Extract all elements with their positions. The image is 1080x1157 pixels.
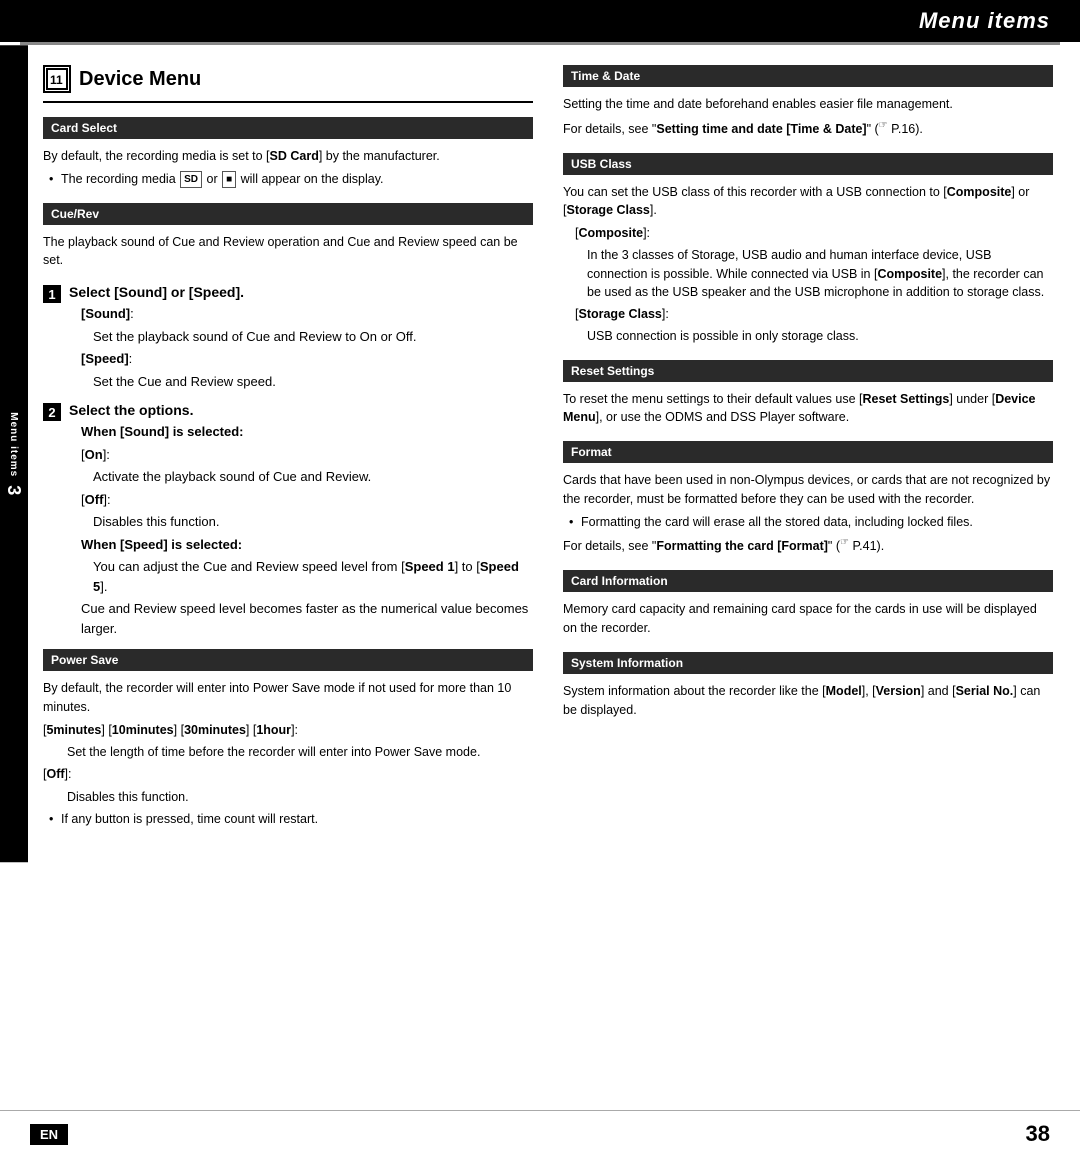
format-text2: For details, see "Formatting the card [F… <box>563 535 1053 556</box>
page-wrapper: Menu items 3 Menu items 11 De <box>0 0 1080 1157</box>
system-information-header: System Information <box>563 652 1053 674</box>
step1-content: Select [Sound] or [Speed]. [Sound]: Set … <box>69 284 533 394</box>
sound-desc: Set the playback sound of Cue and Review… <box>69 327 533 347</box>
speed-desc: Set the Cue and Review speed. <box>69 372 533 392</box>
composite-label: [Composite]: <box>563 224 1053 243</box>
cue-rev-body: The playback sound of Cue and Review ope… <box>43 233 533 271</box>
footer-page: 38 <box>1026 1121 1050 1147</box>
usb-class-body: You can set the USB class of this record… <box>563 183 1053 346</box>
power-save-bullet: If any button is pressed, time count wil… <box>43 810 533 829</box>
footer: EN 38 <box>0 1110 1080 1157</box>
card-select-bullet1: The recording media SD or ■ will appear … <box>43 170 533 189</box>
card-icon: ■ <box>222 171 236 188</box>
card-information-text1: Memory card capacity and remaining card … <box>563 600 1053 638</box>
sidebar-tab: 3 Menu items <box>0 45 28 862</box>
step2-content: Select the options. When [Sound] is sele… <box>69 402 533 641</box>
format-header: Format <box>563 441 1053 463</box>
step1: 1 Select [Sound] or [Speed]. [Sound]: Se… <box>43 284 533 394</box>
header-title: Menu items <box>919 8 1050 33</box>
format-text1: Cards that have been used in non-Olympus… <box>563 471 1053 509</box>
power-save-text1: By default, the recorder will enter into… <box>43 679 533 717</box>
usb-class-text1: You can set the USB class of this record… <box>563 183 1053 221</box>
when-speed-label: When [Speed] is selected: <box>69 535 533 555</box>
speed-bullet: Cue and Review speed level becomes faste… <box>69 599 533 638</box>
sidebar-label: Menu items <box>9 412 20 477</box>
cue-rev-header: Cue/Rev <box>43 203 533 225</box>
device-menu-title-text: Device Menu <box>79 68 201 91</box>
power-save-options-desc: Set the length of time before the record… <box>43 743 533 762</box>
power-save-options: [5minutes] [10minutes] [30minutes] [1hou… <box>43 721 533 740</box>
system-information-body: System information about the recorder li… <box>563 682 1053 720</box>
when-sound-label: When [Sound] is selected: <box>69 422 533 442</box>
card-information-header: Card Information <box>563 570 1053 592</box>
sidebar-number: 3 <box>4 485 25 495</box>
card-select-text1: By default, the recording media is set t… <box>43 147 533 166</box>
time-date-header: Time & Date <box>563 65 1053 87</box>
sound-label: [Sound]: <box>69 304 533 324</box>
storage-label: [Storage Class]: <box>563 305 1053 324</box>
content-area: 3 Menu items 11 Device Menu <box>0 45 1080 862</box>
off-label: [Off]: <box>69 490 533 510</box>
time-date-text2: For details, see "Setting time and date … <box>563 118 1053 139</box>
time-date-text1: Setting the time and date beforehand ena… <box>563 95 1053 114</box>
storage-desc: USB connection is possible in only stora… <box>563 327 1053 346</box>
page-header: Menu items <box>0 0 1080 42</box>
device-menu-icon: 11 <box>43 65 71 93</box>
on-desc: Activate the playback sound of Cue and R… <box>69 467 533 487</box>
off-desc: Disables this function. <box>69 512 533 532</box>
step2-title: Select the options. <box>69 402 533 418</box>
system-information-text1: System information about the recorder li… <box>563 682 1053 720</box>
left-column: 11 Device Menu Card Select By default, t… <box>43 65 533 842</box>
usb-class-header: USB Class <box>563 153 1053 175</box>
sd-icon: SD <box>180 171 202 188</box>
step2-number: 2 <box>43 403 61 421</box>
speed-range-desc: You can adjust the Cue and Review speed … <box>69 557 533 596</box>
on-label: [On]: <box>69 445 533 465</box>
main-columns: 11 Device Menu Card Select By default, t… <box>28 45 1080 862</box>
reset-settings-text1: To reset the menu settings to their defa… <box>563 390 1053 428</box>
cue-rev-text1: The playback sound of Cue and Review ope… <box>43 233 533 271</box>
card-select-header: Card Select <box>43 117 533 139</box>
footer-lang: EN <box>30 1124 68 1145</box>
format-body: Cards that have been used in non-Olympus… <box>563 471 1053 556</box>
reset-settings-body: To reset the menu settings to their defa… <box>563 390 1053 428</box>
reset-settings-header: Reset Settings <box>563 360 1053 382</box>
step1-title: Select [Sound] or [Speed]. <box>69 284 533 300</box>
card-information-body: Memory card capacity and remaining card … <box>563 600 1053 638</box>
power-save-off: [Off]: <box>43 765 533 784</box>
power-save-header: Power Save <box>43 649 533 671</box>
card-select-body: By default, the recording media is set t… <box>43 147 533 189</box>
time-date-body: Setting the time and date beforehand ena… <box>563 95 1053 139</box>
step1-number: 1 <box>43 285 61 303</box>
device-menu-title: 11 Device Menu <box>43 65 533 103</box>
svg-text:11: 11 <box>50 73 63 87</box>
speed-label: [Speed]: <box>69 349 533 369</box>
composite-desc: In the 3 classes of Storage, USB audio a… <box>563 246 1053 302</box>
right-column: Time & Date Setting the time and date be… <box>563 65 1053 842</box>
power-save-body: By default, the recorder will enter into… <box>43 679 533 828</box>
power-save-off-desc: Disables this function. <box>43 788 533 807</box>
step2: 2 Select the options. When [Sound] is se… <box>43 402 533 641</box>
format-bullet1: Formatting the card will erase all the s… <box>563 513 1053 532</box>
menu-icon-svg: 11 <box>45 67 69 91</box>
